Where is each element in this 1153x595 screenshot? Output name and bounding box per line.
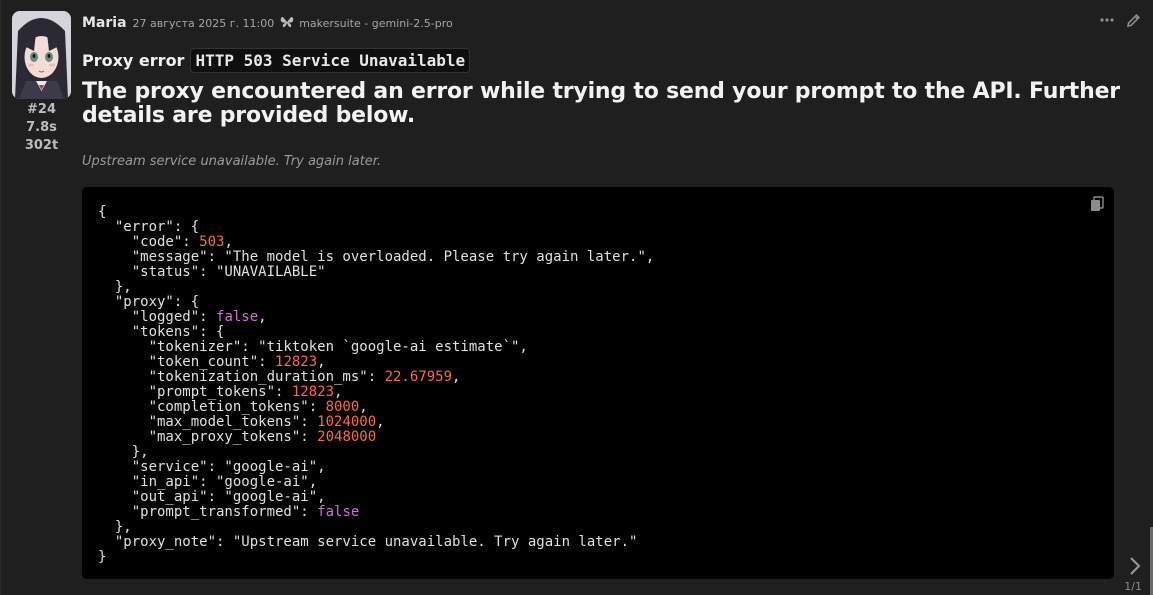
code-line: "service": "google-ai", — [98, 459, 326, 475]
code-line: "message": "The model is overloaded. Ple… — [98, 249, 655, 265]
json-code-block: { "error": { "code": 503, "message": "Th… — [82, 187, 1114, 579]
token-count: 302t — [24, 138, 59, 153]
proxy-error-line: Proxy error HTTP 503 Service Unavailable — [82, 46, 1122, 74]
error-note: Upstream service unavailable. Try again … — [82, 154, 382, 169]
ellipsis-icon[interactable] — [1099, 12, 1115, 28]
json-code: { "error": { "code": 503, "message": "Th… — [98, 205, 1098, 565]
json-punctuation: , — [317, 354, 326, 370]
json-number: 503 — [199, 234, 225, 250]
chevron-right-icon[interactable] — [1127, 554, 1143, 578]
json-number: 2048000 — [317, 429, 377, 445]
json-number: 8000 — [325, 399, 360, 415]
author-name[interactable]: Maria — [82, 15, 127, 31]
code-line: "completion_tokens": — [98, 399, 326, 415]
timestamp: 27 августа 2025 г. 11:00 — [132, 17, 275, 30]
code-line: "error": { — [98, 219, 200, 235]
swipe-pager: 1/1 — [1124, 580, 1142, 593]
code-line: "token_count": — [98, 354, 276, 370]
code-line: { — [98, 204, 107, 220]
json-punctuation: , — [376, 414, 385, 430]
code-line: "out_api": "google-ai", — [98, 489, 326, 505]
json-punctuation: , — [452, 369, 461, 385]
code-line: "code": — [98, 234, 200, 250]
code-line: "status": "UNAVAILABLE" — [98, 264, 326, 280]
code-line: "tokens": { — [98, 324, 225, 340]
message-content: Proxy error HTTP 503 Service Unavailable… — [82, 46, 1122, 169]
pencil-icon[interactable] — [1125, 12, 1141, 28]
code-line: "max_proxy_tokens": — [98, 429, 318, 445]
model-name: makersuite - gemini-2.5-pro — [299, 17, 453, 30]
proxy-error-label: Proxy error — [82, 50, 185, 70]
code-line: "tokenization_duration_ms": — [98, 369, 385, 385]
code-line: } — [98, 549, 107, 565]
json-punctuation: , — [334, 384, 343, 400]
code-line: "in_api": "google-ai", — [98, 474, 318, 490]
http-status-code: HTTP 503 Service Unavailable — [190, 47, 471, 73]
json-number: 12823 — [275, 354, 318, 370]
message-actions — [1099, 12, 1141, 28]
code-line: "tokenizer": "tiktoken `google-ai estima… — [98, 339, 528, 355]
avatar[interactable] — [12, 11, 71, 99]
code-line: "proxy": { — [98, 294, 200, 310]
json-number: 1024000 — [317, 414, 377, 430]
code-line: "prompt_tokens": — [98, 384, 292, 400]
avatar-image — [12, 11, 71, 99]
json-number: 12823 — [291, 384, 335, 400]
generation-time: 7.8s — [26, 120, 57, 135]
copy-icon[interactable] — [1090, 196, 1104, 212]
code-line: "prompt_transformed": — [98, 504, 318, 520]
json-punctuation: , — [258, 309, 267, 325]
code-line: }, — [98, 519, 132, 535]
error-heading: The proxy encountered an error while try… — [82, 79, 1120, 128]
json-boolean: false — [216, 309, 259, 325]
json-punctuation: , — [359, 399, 368, 415]
json-punctuation: , — [224, 234, 233, 250]
message-meta: #24 7.8s 302t — [12, 101, 71, 155]
code-line: "logged": — [98, 309, 217, 325]
code-line: }, — [98, 279, 132, 295]
message-index: #24 — [27, 102, 56, 117]
json-number: 22.67959 — [384, 369, 453, 385]
butterfly-icon — [280, 13, 294, 28]
code-line: "max_model_tokens": — [98, 414, 318, 430]
json-boolean: false — [317, 504, 360, 520]
chat-message: #24 7.8s 302t Maria 27 августа 2025 г. 1… — [0, 0, 1153, 595]
code-line: }, — [98, 444, 149, 460]
code-line: "proxy_note": "Upstream service unavaila… — [98, 534, 638, 550]
message-header: Maria 27 августа 2025 г. 11:00 makersuit… — [82, 12, 453, 32]
